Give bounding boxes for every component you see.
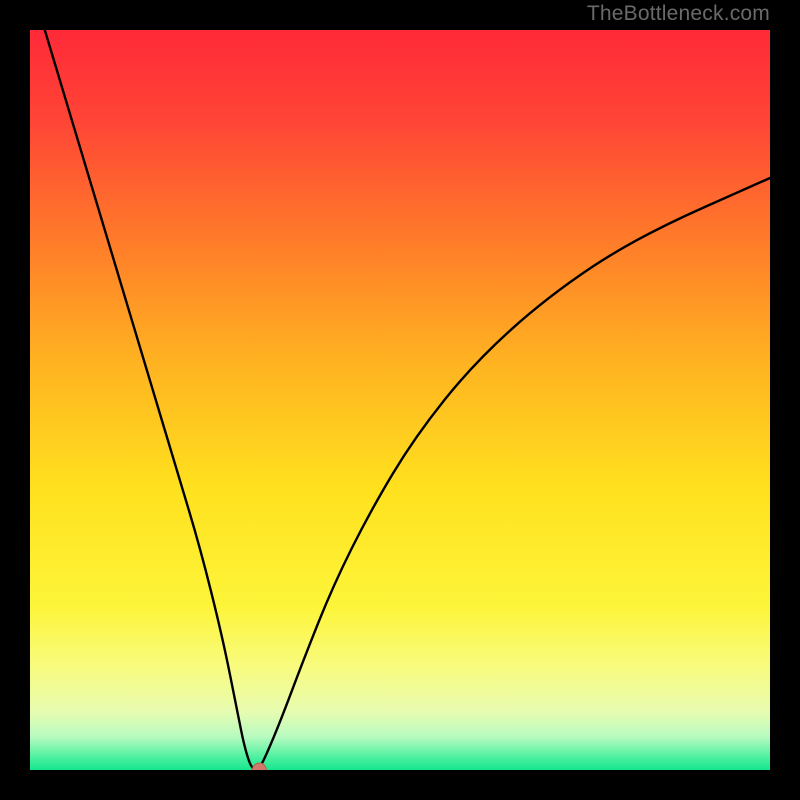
chart-frame: TheBottleneck.com xyxy=(0,0,800,800)
gradient-svg xyxy=(30,30,770,770)
plot-area xyxy=(30,30,770,770)
gradient-rect xyxy=(30,30,770,770)
watermark-text: TheBottleneck.com xyxy=(587,2,770,26)
